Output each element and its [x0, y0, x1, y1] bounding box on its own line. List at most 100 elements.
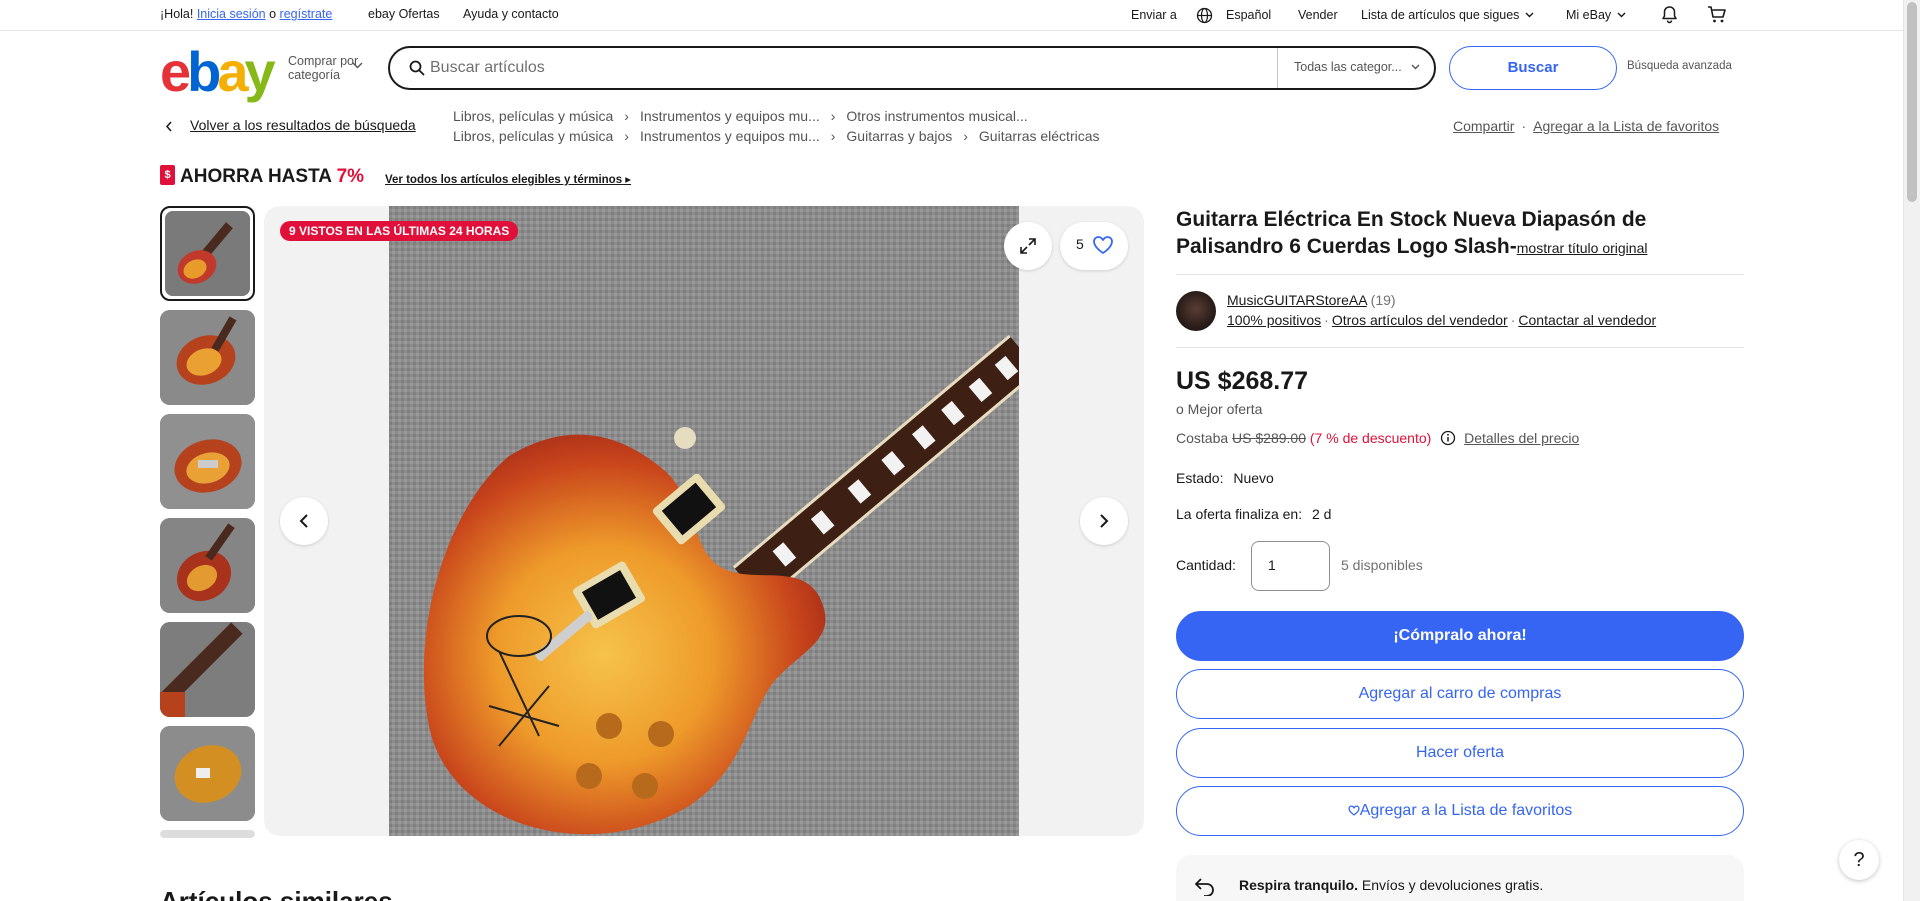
condition-label: Estado:: [1176, 470, 1224, 486]
price-details-link[interactable]: Detalles del precio: [1464, 430, 1579, 446]
offer-ends-label: La oferta finaliza en:: [1176, 506, 1303, 522]
breadcrumb-item[interactable]: Guitarras eléctricas: [979, 128, 1100, 144]
scrollbar-thumb[interactable]: [1907, 2, 1917, 202]
seller-name-link[interactable]: MusicGUITARStoreAA: [1227, 292, 1367, 308]
back-to-results-link[interactable]: Volver a los resultados de búsqueda: [190, 117, 416, 133]
seller-feedback-count: (19): [1370, 292, 1396, 308]
quantity-label: Cantidad:: [1176, 557, 1236, 573]
thumbnail[interactable]: [160, 726, 255, 821]
help-contact-link[interactable]: Ayuda y contacto: [463, 7, 559, 21]
add-watchlist-link[interactable]: Agregar a la Lista de favoritos: [1533, 118, 1719, 134]
buy-now-button[interactable]: ¡Cómpralo ahora!: [1176, 611, 1744, 661]
returns-banner: Respira tranquilo. Envíos y devoluciones…: [1176, 855, 1744, 901]
logo-letter: b: [187, 40, 221, 103]
promo-headline: AHORRA HASTA 7%: [180, 166, 364, 188]
sign-in-link[interactable]: Inicia sesión: [197, 7, 266, 21]
divider: [1176, 347, 1744, 348]
was-price: US $289.00: [1232, 430, 1306, 446]
expand-button[interactable]: [1004, 222, 1052, 270]
chevron-right-icon: [1100, 514, 1109, 528]
register-link[interactable]: regístrate: [280, 7, 333, 21]
thumbnail[interactable]: [160, 206, 255, 301]
add-to-cart-button[interactable]: Agregar al carro de compras: [1176, 669, 1744, 719]
breadcrumb-item[interactable]: Instrumentos y equipos mu...: [640, 128, 820, 144]
chevron-down-icon: [1411, 64, 1420, 70]
available-count: 5 disponibles: [1341, 557, 1423, 573]
watch-button[interactable]: 5: [1060, 222, 1128, 270]
ebay-logo[interactable]: ebay: [160, 44, 276, 100]
returns-detail: Envíos y devoluciones gratis.: [1361, 877, 1544, 893]
sell-link[interactable]: Vender: [1298, 8, 1338, 22]
was-label: Costaba: [1176, 430, 1229, 446]
next-image-button[interactable]: [1080, 497, 1128, 545]
category-select[interactable]: Todas las categor...: [1277, 48, 1434, 88]
thumbnail[interactable]: [160, 830, 255, 838]
main-product-image[interactable]: [389, 206, 1019, 836]
breadcrumb: Libros, películas y música › Instrumentos …: [453, 128, 1100, 144]
deals-link[interactable]: ebay Ofertas: [368, 7, 440, 21]
make-offer-button[interactable]: Hacer oferta: [1176, 728, 1744, 778]
chevron-right-icon: ›: [624, 128, 629, 144]
help-button[interactable]: ?: [1839, 840, 1879, 880]
or-text: o: [269, 7, 277, 21]
returns-bold: Respira tranquilo.: [1239, 877, 1359, 893]
scrollbar[interactable]: [1903, 0, 1920, 901]
breadcrumb-item[interactable]: Instrumentos y equipos mu...: [640, 108, 820, 124]
seller-links: 100% positivos · Otros artículos del vende…: [1227, 312, 1657, 328]
greeting-text: ¡Hola!: [160, 7, 194, 21]
coupon-icon: $: [160, 165, 175, 185]
item-title: Guitarra Eléctrica En Stock Nueva Diapas…: [1176, 206, 1736, 262]
my-ebay-menu[interactable]: Mi eBay: [1566, 8, 1626, 22]
cart-icon[interactable]: [1707, 5, 1727, 24]
promo-terms-label: Ver todos los artículos elegibles y térm…: [385, 174, 623, 186]
add-watchlist-button[interactable]: Agregar a la Lista de favoritos: [1176, 786, 1744, 836]
greeting-row: ¡Hola! Inicia sesión o regístrate: [160, 7, 332, 21]
condition-value: Nuevo: [1233, 470, 1274, 486]
info-icon[interactable]: [1440, 430, 1456, 446]
search-bar: Todas las categor...: [388, 46, 1436, 90]
advanced-search-link[interactable]: Búsqueda avanzada: [1627, 60, 1732, 72]
chevron-down-icon: [1617, 12, 1626, 18]
breadcrumb-item[interactable]: Otros instrumentos musical...: [846, 108, 1027, 124]
share-link[interactable]: Compartir: [1453, 118, 1514, 134]
guitar-thumbnail-image: [165, 211, 250, 296]
condition-row: Estado: Nuevo: [1176, 470, 1274, 486]
language-selector[interactable]: Español: [1226, 8, 1271, 22]
breadcrumb-item[interactable]: Libros, películas y música: [453, 108, 613, 124]
thumbnail[interactable]: [160, 518, 255, 613]
show-original-title-link[interactable]: mostrar título original: [1517, 240, 1648, 256]
ship-to-link[interactable]: Enviar a: [1131, 8, 1177, 22]
breadcrumb-item[interactable]: Libros, películas y música: [453, 128, 613, 144]
expand-icon: [1020, 238, 1036, 254]
watchers-count: 5: [1076, 236, 1084, 252]
chevron-right-icon: ›: [830, 108, 836, 124]
contact-seller-link[interactable]: Contactar al vendedor: [1518, 312, 1656, 328]
seller-avatar[interactable]: [1176, 291, 1216, 331]
logo-letter: e: [160, 40, 191, 103]
search-button[interactable]: Buscar: [1449, 46, 1617, 90]
globe-icon[interactable]: [1196, 7, 1213, 24]
item-price: US $268.77: [1176, 367, 1309, 395]
offer-ends-value: 2 d: [1311, 506, 1332, 522]
watchlist-menu[interactable]: Lista de artículos que sigues: [1361, 8, 1534, 22]
quantity-input[interactable]: 1: [1251, 541, 1330, 591]
seller-other-items-link[interactable]: Otros artículos del vendedor: [1332, 312, 1508, 328]
add-watchlist-label: Agregar a la Lista de favoritos: [1359, 802, 1573, 819]
thumbnail[interactable]: [160, 622, 255, 717]
my-ebay-label: Mi eBay: [1566, 8, 1612, 22]
watchlist-label: Lista de artículos que sigues: [1361, 8, 1520, 22]
breadcrumb-item[interactable]: Guitarras y bajos: [846, 128, 952, 144]
promo-terms-link[interactable]: Ver todos los artículos elegibles y térm…: [385, 172, 631, 186]
chevron-down-icon: [1525, 12, 1534, 18]
top-bar: ¡Hola! Inicia sesión o regístrate ebay O…: [0, 0, 1903, 31]
thumbnail[interactable]: [160, 414, 255, 509]
divider: [1176, 274, 1744, 275]
search-input[interactable]: [430, 56, 1230, 80]
bell-icon[interactable]: [1660, 5, 1679, 24]
previous-image-button[interactable]: [280, 497, 328, 545]
chevron-right-icon: ›: [830, 128, 836, 144]
guitar-thumbnail-image: [160, 310, 255, 405]
thumbnail[interactable]: [160, 310, 255, 405]
promo-text: AHORRA HASTA: [180, 166, 332, 187]
seller-positive-link[interactable]: 100% positivos: [1227, 312, 1321, 328]
